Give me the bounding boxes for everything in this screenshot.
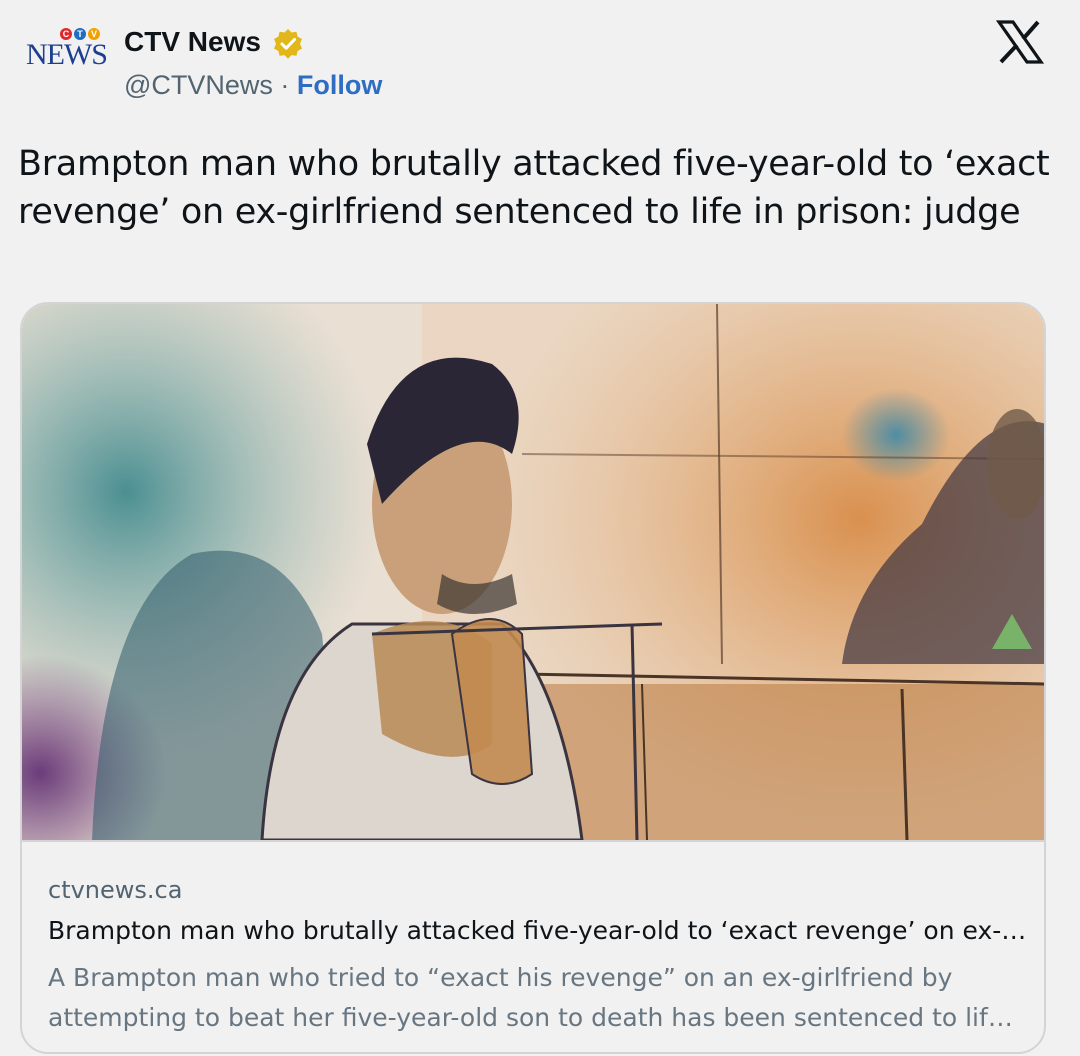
- ctv-news-avatar[interactable]: CTV NEWS: [20, 20, 120, 110]
- card-divider: [22, 840, 1044, 842]
- link-preview-card[interactable]: ctvnews.ca Brampton man who brutally att…: [20, 302, 1046, 1054]
- x-logo-icon[interactable]: [996, 20, 1044, 64]
- tweet-embed: CTV NEWS CTV News @CTVNews · Follow Bram…: [0, 0, 1080, 1056]
- author-name[interactable]: CTV News: [124, 26, 261, 58]
- card-image-courtroom-sketch[interactable]: [22, 304, 1046, 840]
- follow-button[interactable]: Follow: [297, 70, 382, 100]
- card-description: A Brampton man who tried to “exact his r…: [48, 963, 1004, 1032]
- verified-badge-icon: [274, 29, 302, 59]
- card-domain: ctvnews.ca: [48, 876, 183, 904]
- author-handle[interactable]: @CTVNews: [124, 70, 273, 100]
- card-title[interactable]: Brampton man who brutally attacked five-…: [48, 916, 1028, 945]
- tweet-text: Brampton man who brutally attacked five-…: [18, 144, 1050, 232]
- handle-separator: ·: [272, 70, 297, 100]
- news-logo-text: NEWS: [26, 38, 108, 71]
- handle-line: @CTVNews · Follow: [124, 70, 382, 101]
